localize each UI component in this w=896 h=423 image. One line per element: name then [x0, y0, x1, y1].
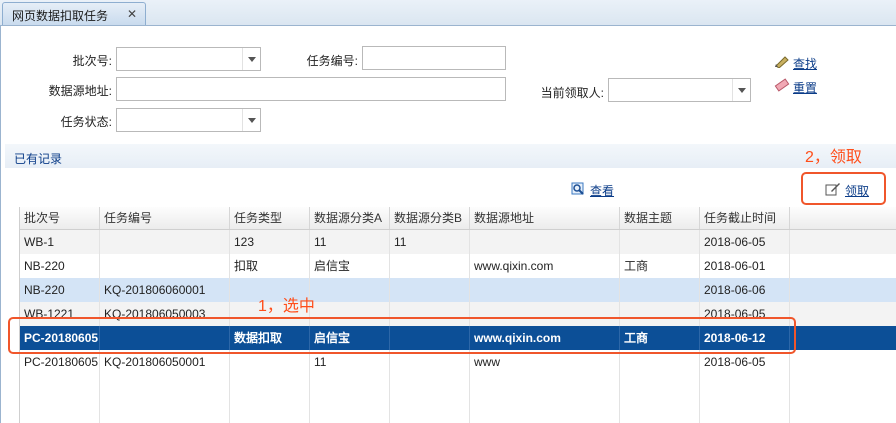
table-row[interactable]: NB-220 KQ-201806060001 2018-06-06 — [20, 278, 896, 302]
panel-border — [0, 25, 1, 423]
table-cell: 123 — [230, 230, 310, 254]
grid-line — [469, 374, 470, 423]
table-cell: 启信宝 — [310, 254, 390, 278]
task-status-select[interactable] — [116, 108, 261, 132]
search-icon[interactable] — [774, 54, 790, 68]
annotation-step1: 1，选中 — [258, 298, 315, 315]
task-no-input[interactable] — [362, 46, 506, 70]
column-header[interactable]: 任务类型 — [230, 207, 310, 229]
section-header — [5, 144, 896, 168]
table-cell — [620, 230, 700, 254]
table-cell — [310, 278, 390, 302]
grid-line — [699, 374, 700, 423]
grid-line — [789, 374, 790, 423]
grid-line — [309, 374, 310, 423]
table-cell — [100, 254, 230, 278]
table-row[interactable]: WB-1 123 11 11 2018-06-05 — [20, 230, 896, 254]
view-button[interactable]: 查看 — [590, 182, 614, 199]
table-cell: KQ-201806060001 — [100, 278, 230, 302]
column-header[interactable]: 任务截止时间 — [700, 207, 790, 229]
table-cell: 11 — [390, 230, 470, 254]
table-cell: WB-1 — [20, 230, 100, 254]
chevron-down-icon[interactable] — [242, 109, 260, 131]
table-cell: 工商 — [620, 254, 700, 278]
chevron-down-icon[interactable] — [732, 79, 750, 101]
current-claimant-label: 当前领取人: — [540, 86, 604, 100]
table-cell — [390, 278, 470, 302]
table-cell — [100, 230, 230, 254]
column-header[interactable]: 数据源分类B — [390, 207, 470, 229]
source-url-input[interactable] — [116, 77, 506, 101]
batch-no-select[interactable] — [116, 47, 261, 71]
tab-strip: 网页数据扣取任务 ✕ — [0, 0, 896, 26]
table-cell — [390, 254, 470, 278]
edit-icon[interactable] — [825, 182, 841, 196]
table-cell: 扣取 — [230, 254, 310, 278]
grid-header: 批次号 任务编号 任务类型 数据源分类A 数据源分类B 数据源地址 数据主题 任… — [20, 207, 896, 230]
column-header[interactable]: 任务编号 — [100, 207, 230, 229]
current-claimant-select[interactable] — [608, 78, 751, 102]
reset-button[interactable]: 重置 — [793, 79, 817, 96]
table-cell — [470, 278, 620, 302]
source-url-label: 数据源地址: — [48, 84, 112, 98]
section-title: 已有记录 — [14, 152, 63, 166]
column-header[interactable]: 数据源地址 — [470, 207, 620, 229]
annotation-step2: 2，领取 — [805, 149, 862, 166]
column-header[interactable]: 批次号 — [20, 207, 100, 229]
table-cell: 2018-06-06 — [700, 278, 790, 302]
grid-line — [389, 374, 390, 423]
table-row[interactable]: NB-220 扣取 启信宝 www.qixin.com 工商 2018-06-0… — [20, 254, 896, 278]
table-cell: www.qixin.com — [470, 254, 620, 278]
table-cell: 11 — [310, 230, 390, 254]
table-cell — [470, 230, 620, 254]
task-status-label: 任务状态: — [60, 115, 112, 129]
grid-line — [229, 374, 230, 423]
tab-label: 网页数据扣取任务 — [12, 9, 109, 23]
view-icon[interactable] — [571, 182, 585, 196]
annotation-selected-row-box — [8, 317, 796, 354]
table-cell: NB-220 — [20, 278, 100, 302]
tab-web-data-task[interactable]: 网页数据扣取任务 ✕ — [2, 2, 146, 25]
table-cell: 2018-06-01 — [700, 254, 790, 278]
task-no-label: 任务编号: — [306, 54, 358, 68]
search-button[interactable]: 查找 — [793, 55, 817, 72]
claim-button[interactable]: 领取 — [845, 182, 869, 199]
annotation-claim-box — [801, 172, 886, 205]
records-grid: 批次号 任务编号 任务类型 数据源分类A 数据源分类B 数据源地址 数据主题 任… — [19, 207, 896, 423]
column-header[interactable]: 数据源分类A — [310, 207, 390, 229]
table-cell — [620, 278, 700, 302]
grid-line — [619, 374, 620, 423]
close-icon[interactable]: ✕ — [127, 7, 137, 21]
column-header[interactable]: 数据主题 — [620, 207, 700, 229]
grid-line — [99, 374, 100, 423]
chevron-down-icon[interactable] — [242, 48, 260, 70]
table-cell: NB-220 — [20, 254, 100, 278]
eraser-icon[interactable] — [774, 78, 790, 92]
table-cell: 2018-06-05 — [700, 230, 790, 254]
batch-no-label: 批次号: — [72, 54, 112, 68]
